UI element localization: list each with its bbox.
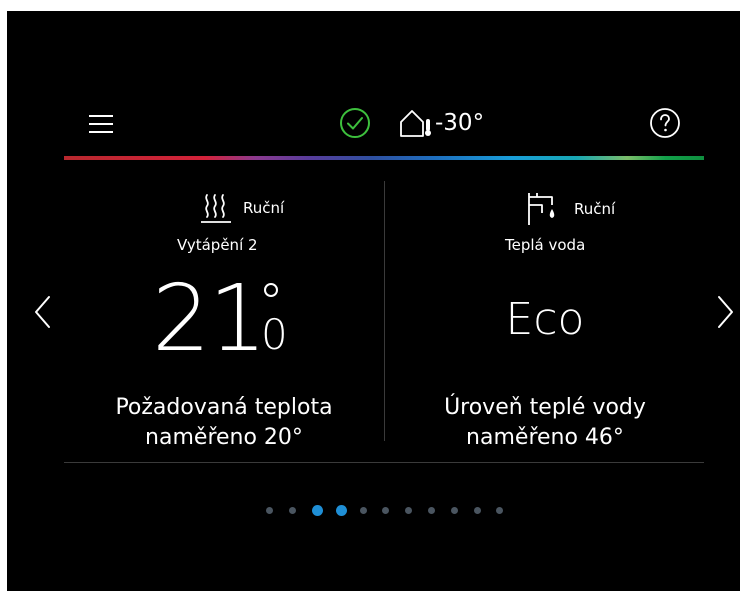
outdoor-temp-value: -30° <box>435 110 485 136</box>
page-indicator <box>266 505 519 516</box>
page-dot[interactable] <box>473 507 481 514</box>
hot-water-mode-row: Ruční <box>526 191 615 227</box>
menu-icon-line <box>89 115 113 117</box>
outdoor-temperature[interactable]: -30° <box>399 107 484 139</box>
hot-water-desc-label: Úroveň teplé vody <box>444 395 646 420</box>
page-dot[interactable] <box>311 505 323 516</box>
heating-icon <box>201 194 231 223</box>
previous-page-arrow-icon[interactable] <box>33 295 53 329</box>
heating-mode-label: Ruční <box>243 199 285 217</box>
hot-water-mode-label: Ruční <box>574 200 616 218</box>
status-ok-icon[interactable] <box>339 107 371 139</box>
setpoint-temp-integer: 21 <box>152 265 267 372</box>
house-thermometer-icon <box>400 110 431 137</box>
hot-water-tap-icon <box>528 193 555 225</box>
page-dot[interactable] <box>266 507 273 514</box>
menu-icon-line <box>89 131 113 133</box>
hot-water-zone-label: Teplá voda <box>505 236 586 254</box>
bottom-divider <box>64 462 704 463</box>
page-dot[interactable] <box>359 507 367 514</box>
page-dot[interactable] <box>427 507 435 514</box>
help-icon[interactable] <box>649 107 681 139</box>
next-page-arrow-icon[interactable] <box>715 295 735 329</box>
heating-desc-label: Požadovaná teplota <box>115 395 333 420</box>
page-dot[interactable] <box>450 507 458 514</box>
page-dot[interactable] <box>335 505 347 516</box>
menu-icon-line <box>89 123 113 125</box>
page-dot[interactable] <box>288 507 296 514</box>
heating-zone-label: Vytápění 2 <box>177 236 258 254</box>
page-dot[interactable] <box>405 507 413 514</box>
heating-measured-value: naměřeno 20° <box>145 425 303 450</box>
color-status-bar <box>64 156 704 160</box>
hot-water-panel[interactable]: Ruční Teplá voda Eco Úroveň teplé vody n… <box>385 181 705 451</box>
page-dot[interactable] <box>382 507 390 514</box>
setpoint-temp-decimal: 0 <box>261 310 288 359</box>
hot-water-mode-value: Eco <box>505 294 585 345</box>
page-dot[interactable] <box>496 507 504 514</box>
heating-zone-panel[interactable]: Ruční Vytápění 2 21 0 Požadovaná teplota… <box>64 181 384 451</box>
hot-water-measured-value: naměřeno 46° <box>466 425 624 450</box>
setpoint-temperature: 21 0 <box>152 269 312 369</box>
menu-button[interactable] <box>87 112 115 136</box>
heating-mode-row: Ruční <box>199 191 284 225</box>
thermostat-screen: -30° Ruční Vytápění 2 21 0 Požadovaná te… <box>7 11 740 591</box>
degree-symbol <box>264 283 278 297</box>
